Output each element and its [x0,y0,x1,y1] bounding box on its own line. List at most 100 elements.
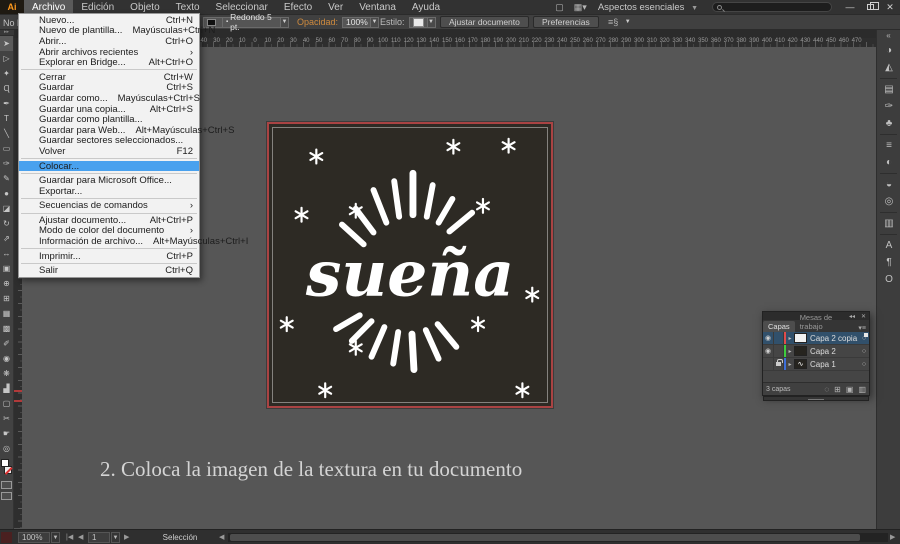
character-panel-icon[interactable]: A [877,237,900,254]
menu-ayuda[interactable]: Ayuda [404,0,448,14]
opacity-label[interactable]: Opacidad: [297,17,338,27]
layer-name[interactable]: Capa 2 [810,347,859,356]
lock-toggle[interactable] [774,332,784,344]
visibility-eye-icon[interactable]: ◉ [763,345,774,357]
menu-item[interactable]: Guardar sectores seleccionados... [19,135,199,146]
horizontal-scrollbar[interactable] [228,533,888,542]
direct-selection-tool-icon[interactable]: ▷ [0,51,13,66]
color-panel-icon[interactable]: ◑ [877,42,900,59]
zoom-dropdown-icon[interactable]: ▼ [51,532,60,543]
artboard-tool-icon[interactable]: ▢ [0,396,13,411]
delete-layer-button[interactable]: ▥ [858,385,866,394]
lasso-tool-icon[interactable]: Ɋ [0,81,13,96]
appearance-panel-icon[interactable]: ◎ [877,193,900,210]
menu-texto[interactable]: Texto [168,0,208,14]
workspace-switcher[interactable]: Aspectos esenciales ▼ [592,2,704,13]
menu-edicion[interactable]: Edición [73,0,122,14]
layer-name[interactable]: Capa 1 [810,360,859,369]
menu-item[interactable]: Ajustar documento... Alt+Ctrl+P [19,215,199,226]
first-artboard-icon[interactable]: |◀ [66,532,73,543]
zoom-level-field[interactable]: 100% [18,532,50,543]
stroke-panel-icon[interactable]: ≡ [877,137,900,154]
minimize-button[interactable]: — [840,0,860,14]
lock-toggle[interactable] [774,345,784,357]
menu-item[interactable]: Abrir archivos recientes › [19,47,199,58]
menu-item[interactable]: Nuevo de plantilla... Mayúsculas+Ctrl+N [19,25,215,36]
pencil-tool-icon[interactable]: ✎ [0,171,13,186]
placed-artwork[interactable]: sueña [267,122,553,408]
next-artboard-icon[interactable]: ▶ [124,532,129,543]
paragraph-panel-icon[interactable]: ¶ [877,254,900,271]
layer-row[interactable]: ▸ ∿ Capa 1 ○ [763,358,869,371]
transparency-panel-icon[interactable]: ◒ [877,176,900,193]
scroll-left-icon[interactable]: ◀ [219,533,224,541]
lock-toggle[interactable] [774,358,784,370]
menu-item[interactable]: Abrir... Ctrl+O [19,36,199,47]
perspective-grid-tool-icon[interactable]: ⊞ [0,291,13,306]
rotate-tool-icon[interactable]: ↻ [0,216,13,231]
menu-ver[interactable]: Ver [320,0,351,14]
menu-item[interactable]: Secuencias de comandos › [19,200,199,211]
menu-item[interactable]: Información de archivo... Alt+Mayúsculas+… [19,236,248,247]
shape-builder-tool-icon[interactable]: ⊕ [0,276,13,291]
visibility-eye-icon[interactable]: ◉ [763,332,774,344]
eraser-tool-icon[interactable]: ◪ [0,201,13,216]
expand-panels-icon[interactable]: « [877,30,900,42]
menu-item[interactable]: Exportar... [19,186,199,197]
menu-item[interactable]: Guardar para Microsoft Office... [19,175,199,186]
menu-archivo[interactable]: Archivo [24,0,74,14]
menu-objeto[interactable]: Objeto [122,0,167,14]
chevron-down-icon[interactable]: ▼ [623,17,632,28]
brush-definition-dropdown[interactable]: ▪ Redondo 5 pt. [222,12,280,32]
magic-wand-tool-icon[interactable]: ✦ [0,66,13,81]
menu-item[interactable]: Guardar Ctrl+S [19,82,199,93]
tab-capas[interactable]: Capas [763,321,795,332]
swatches-panel-icon[interactable]: ▤ [877,81,900,98]
chevron-down-icon[interactable]: ▼ [280,16,289,28]
layer-row[interactable]: ◉ ▸ Capa 2 copia ○ [763,332,869,345]
symbol-sprayer-tool-icon[interactable]: ❋ [0,366,13,381]
layer-name[interactable]: Capa 2 copia [810,334,859,343]
menu-item[interactable]: Guardar una copia... Alt+Ctrl+S [19,104,199,115]
symbols-panel-icon[interactable]: ♣ [877,115,900,132]
restore-button[interactable] [860,0,880,14]
column-graph-tool-icon[interactable]: ▟ [0,381,13,396]
menu-item[interactable]: Cerrar Ctrl+W [19,72,199,83]
screen-mode-icon[interactable] [1,492,12,500]
paintbrush-tool-icon[interactable]: ✑ [0,156,13,171]
panel-menu-icon[interactable]: ▾≡ [858,324,869,332]
arrange-documents-icon[interactable]: ▦▾ [569,2,592,13]
menu-item[interactable]: Modo de color del documento › [19,225,199,236]
type-tool-icon[interactable]: T [0,111,13,126]
expand-layer-icon[interactable]: ▸ [786,348,794,355]
menu-item[interactable]: Guardar como plantilla... [19,114,199,125]
scroll-right-icon[interactable]: ▶ [890,533,895,541]
brushes-panel-icon[interactable]: ✑ [877,98,900,115]
scale-tool-icon[interactable]: ⇗ [0,231,13,246]
menu-item[interactable]: Colocar... [19,161,199,172]
search-input[interactable] [712,2,832,12]
close-panel-icon[interactable]: ✕ [858,313,869,320]
menu-item[interactable]: Nuevo... Ctrl+N [19,15,199,26]
panel-options-icon[interactable]: ≡§ [603,17,623,27]
menu-item[interactable]: Guardar para Web... Alt+Mayúsculas+Ctrl+S [19,125,234,136]
artboards-panel-icon[interactable]: ▥ [877,215,900,232]
fill-stroke-control[interactable] [0,458,13,478]
menu-item[interactable]: Guardar como... Mayúsculas+Ctrl+S [19,93,200,104]
layer-target-icon[interactable]: ○ [859,361,869,368]
gradient-tool-icon[interactable]: ▩ [0,321,13,336]
pen-tool-icon[interactable]: ✒ [0,96,13,111]
selection-tool-icon[interactable]: ➤ [0,36,13,51]
tab-mesas-de-trabajo[interactable]: Mesas de trabajo [795,312,859,332]
scrollbar-thumb[interactable] [230,534,860,541]
layer-target-icon[interactable]: ○ [859,348,869,355]
menu-ventana[interactable]: Ventana [351,0,404,14]
mesh-tool-icon[interactable]: ▦ [0,306,13,321]
opentype-panel-icon[interactable]: O [877,271,900,288]
style-dropdown[interactable] [408,16,427,28]
color-guide-panel-icon[interactable]: ◭ [877,59,900,76]
menu-item[interactable]: Salir Ctrl+Q [19,265,199,276]
menu-efecto[interactable]: Efecto [276,0,320,14]
zoom-tool-icon[interactable]: ◎ [0,441,13,456]
line-segment-tool-icon[interactable]: ╲ [0,126,13,141]
